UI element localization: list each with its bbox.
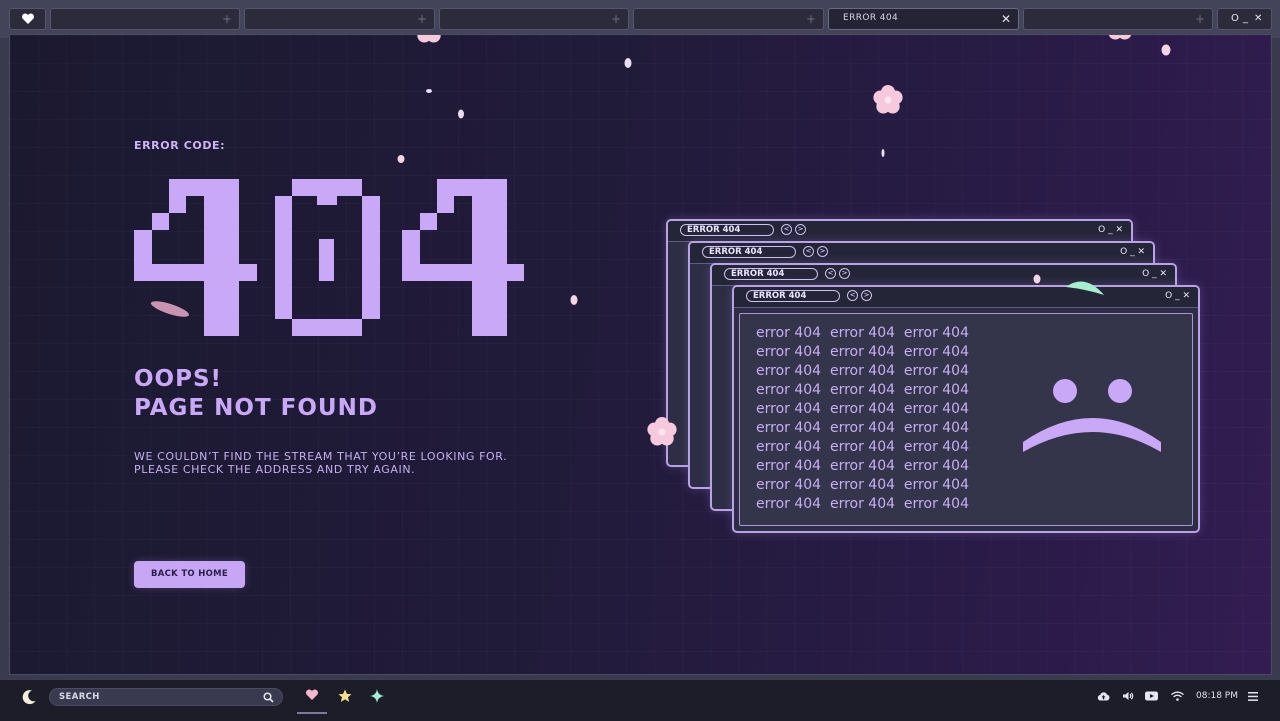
heart-icon (305, 689, 319, 700)
error-text-line: error 404 error 404 error 404 (756, 344, 969, 360)
youtube-icon[interactable] (1145, 691, 1158, 701)
tab-error-404[interactable]: ERROR 404 ✕ (828, 8, 1019, 30)
forward-icon: > (817, 246, 828, 257)
cloud-upload-icon[interactable] (1097, 691, 1110, 701)
error-code-404: 404 (134, 179, 524, 336)
heart-tab[interactable] (9, 8, 46, 30)
menu-icon[interactable] (1248, 692, 1258, 701)
search-icon[interactable] (263, 692, 274, 703)
back-icon: < (847, 290, 858, 301)
heart-icon (21, 13, 35, 24)
new-tab-icon[interactable]: + (806, 11, 816, 27)
message-line-2: PLEASE CHECK THE ADDRESS AND TRY AGAIN. (134, 463, 416, 476)
new-tab-icon[interactable]: + (222, 11, 232, 27)
back-icon: < (825, 268, 836, 279)
moon-icon[interactable] (21, 689, 37, 705)
sparkle-icon[interactable] (370, 689, 384, 703)
blossom (414, 35, 444, 43)
tab-label: ERROR 404 (843, 13, 899, 23)
error-text-line: error 404 error 404 error 404 (756, 401, 969, 417)
headline-line-2: PAGE NOT FOUND (134, 395, 378, 421)
sad-face-icon (1023, 379, 1161, 452)
new-tab-icon[interactable]: + (611, 11, 621, 27)
close-icon[interactable]: ✕ (1001, 11, 1011, 27)
headline-line-1: OOPS! (134, 366, 223, 392)
error-message: WE COULDN’T FIND THE STREAM THAT YOU’RE … (134, 450, 507, 476)
search-input[interactable]: SEARCH (49, 688, 283, 706)
back-icon: < (803, 246, 814, 257)
window-controls: O _ ✕ (1120, 247, 1145, 257)
taskbar: SEARCH 08:18 PM (0, 679, 1280, 721)
page-title: OOPS! PAGE NOT FOUND (134, 365, 378, 423)
clock: 08:18 PM (1196, 691, 1238, 701)
wifi-icon[interactable] (1171, 691, 1184, 701)
message-line-1: WE COULDN’T FIND THE STREAM THAT YOU’RE … (134, 450, 508, 463)
error-page: ERROR CODE: 404 OOPS! PAGE NOT FOUND WE … (9, 34, 1272, 675)
maximize-button[interactable]: O (1231, 12, 1239, 26)
back-to-home-button[interactable]: BACK TO HOME (134, 561, 245, 588)
heart-app-button[interactable] (297, 680, 327, 714)
blossom (873, 85, 903, 114)
window-titlebar: ERROR 404 < > O _ ✕ (712, 265, 1175, 286)
error-text-line: error 404 error 404 error 404 (756, 363, 969, 379)
close-button[interactable]: ✕ (1254, 12, 1262, 26)
window-title: ERROR 404 (702, 246, 796, 258)
error-code-text: 404 (134, 179, 136, 180)
error-text-line: error 404 error 404 error 404 (756, 458, 969, 474)
tab-empty-1[interactable]: + (50, 8, 240, 30)
tab-empty-5[interactable]: + (1023, 8, 1213, 30)
window-controls: O _ ✕ (1142, 269, 1167, 279)
error-text-line: error 404 error 404 error 404 (756, 382, 969, 398)
tab-empty-3[interactable]: + (439, 8, 629, 30)
window-title: ERROR 404 (746, 290, 840, 302)
window-title: ERROR 404 (680, 224, 774, 236)
error-text-line: error 404 error 404 error 404 (756, 477, 969, 493)
forward-icon: > (795, 224, 806, 235)
tab-empty-4[interactable]: + (633, 8, 824, 30)
forward-icon: > (839, 268, 850, 279)
error-code-label: ERROR CODE: (134, 139, 226, 152)
window-controls: O _ ✕ (1165, 291, 1190, 301)
blossom (1105, 35, 1135, 40)
window-controls: O _ ✕ (1098, 225, 1123, 235)
back-icon: < (781, 224, 792, 235)
search-placeholder: SEARCH (59, 692, 100, 702)
error-text-line: error 404 error 404 error 404 (756, 325, 969, 341)
forward-icon: > (861, 290, 872, 301)
tab-empty-2[interactable]: + (244, 8, 435, 30)
window-titlebar: ERROR 404 < > O _ ✕ (734, 287, 1198, 308)
minimize-button[interactable]: _ (1243, 12, 1248, 26)
window-titlebar: ERROR 404 < > O _ ✕ (690, 243, 1153, 264)
error-text-line: error 404 error 404 error 404 (756, 420, 969, 436)
new-tab-icon[interactable]: + (1195, 11, 1205, 27)
window-controls: O _ ✕ (1217, 8, 1272, 30)
error-text-line: error 404 error 404 error 404 (756, 439, 969, 455)
error-window-front: ERROR 404 < > O _ ✕ error 404 error 404 … (732, 285, 1200, 533)
active-indicator (297, 712, 327, 714)
star-icon[interactable] (338, 689, 352, 703)
tab-bar: + + + + ERROR 404 ✕ + O _ ✕ (0, 0, 1280, 38)
new-tab-icon[interactable]: + (417, 11, 427, 27)
window-content: error 404 error 404 error 404 error 404 e… (739, 313, 1193, 526)
window-titlebar: ERROR 404 < > O _ ✕ (668, 221, 1131, 242)
volume-icon[interactable] (1122, 691, 1134, 701)
error-text-block: error 404 error 404 error 404 error 404 e… (756, 324, 969, 514)
error-text-line: error 404 error 404 error 404 (756, 496, 969, 512)
window-title: ERROR 404 (724, 268, 818, 280)
